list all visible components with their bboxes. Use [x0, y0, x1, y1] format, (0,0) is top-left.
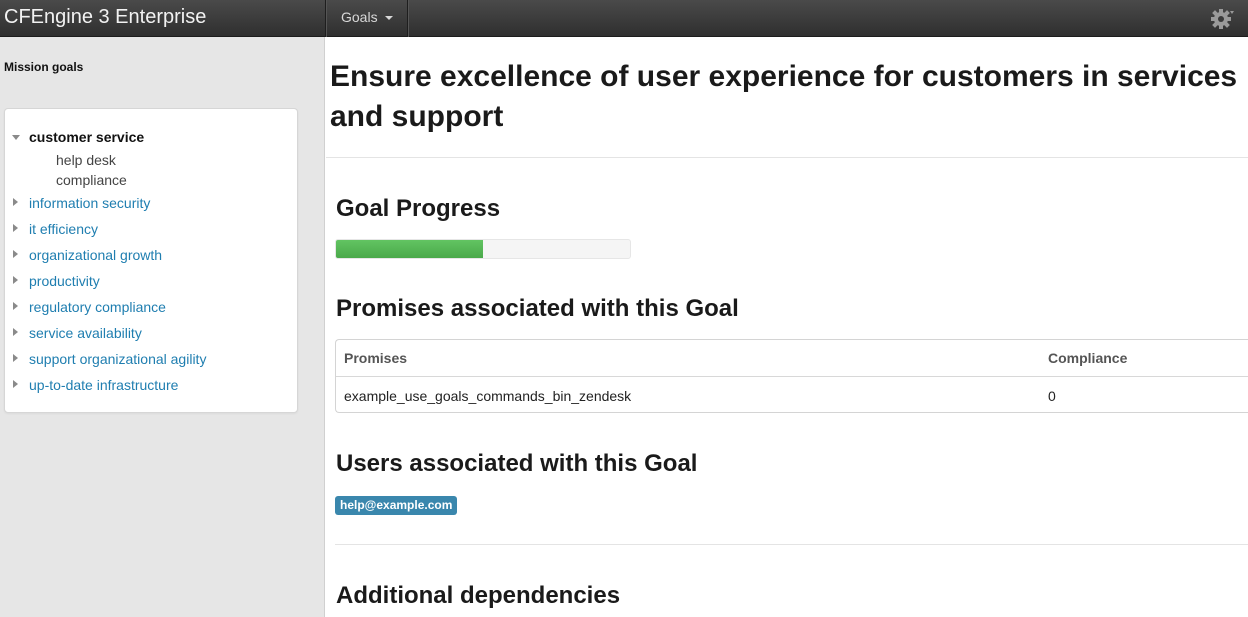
tree-item-label: up-to-date infrastructure [29, 377, 179, 393]
tree-item-label: regulatory compliance [29, 299, 166, 315]
goal-progress-heading: Goal Progress [336, 195, 501, 222]
triangle-right-icon[interactable] [13, 198, 18, 206]
sidebar: Mission goals customer service help desk… [0, 37, 325, 617]
tree-item-up-to-date-infrastructure[interactable]: up-to-date infrastructure [13, 375, 179, 395]
tree-item-label: customer service [29, 129, 145, 145]
tree-subitem-compliance[interactable]: compliance [56, 170, 127, 190]
goal-tree: customer service help desk compliance in… [4, 108, 298, 413]
table-row-divider [336, 376, 1248, 377]
main-content: Ensure excellence of user experience for… [326, 37, 1248, 617]
promises-table: Promises Compliance example_use_goals_co… [335, 339, 1248, 413]
tree-item-label: it efficiency [29, 221, 98, 237]
divider [335, 544, 1248, 545]
tree-item-support-organizational-agility[interactable]: support organizational agility [13, 349, 207, 369]
caret-down-icon [385, 16, 394, 21]
triangle-right-icon[interactable] [13, 276, 18, 284]
nav-divider [407, 0, 408, 37]
promise-name-cell[interactable]: example_use_goals_commands_bin_zendesk [344, 388, 631, 404]
triangle-down-icon[interactable] [12, 135, 20, 140]
tree-item-regulatory-compliance[interactable]: regulatory compliance [13, 297, 166, 317]
tree-item-label: service availability [29, 325, 142, 341]
sidebar-title: Mission goals [4, 60, 84, 74]
tree-item-productivity[interactable]: productivity [13, 271, 100, 291]
goals-menu-label: Goals [341, 9, 378, 25]
user-badge[interactable]: help@example.com [335, 496, 458, 515]
tree-item-label: productivity [29, 273, 100, 289]
goals-menu-button[interactable]: Goals [326, 0, 407, 37]
tree-item-organizational-growth[interactable]: organizational growth [13, 245, 163, 265]
triangle-right-icon[interactable] [13, 250, 18, 258]
tree-item-information-security[interactable]: information security [13, 193, 151, 213]
dependencies-heading: Additional dependencies [336, 582, 621, 609]
triangle-right-icon[interactable] [13, 302, 18, 310]
gear-icon[interactable] [1208, 4, 1236, 30]
triangle-right-icon[interactable] [13, 224, 18, 232]
goal-title: Ensure excellence of user experience for… [330, 60, 1238, 133]
tree-subitem-help-desk[interactable]: help desk [56, 150, 116, 170]
column-header-compliance[interactable]: Compliance [1048, 350, 1127, 366]
top-navbar: CFEngine 3 Enterprise Goals [0, 0, 1248, 37]
tree-item-label: information security [29, 195, 151, 211]
tree-item-label: organizational growth [29, 247, 163, 263]
goal-progress-bar [335, 239, 631, 259]
users-heading: Users associated with this Goal [336, 450, 698, 477]
tree-item-label: support organizational agility [29, 351, 207, 367]
triangle-right-icon[interactable] [13, 354, 18, 362]
tree-item-it-efficiency[interactable]: it efficiency [13, 219, 98, 239]
compliance-cell: 0 [1048, 388, 1056, 404]
promises-heading: Promises associated with this Goal [336, 295, 739, 322]
tree-item-customer-service[interactable]: customer service [12, 127, 145, 147]
triangle-right-icon[interactable] [13, 328, 18, 336]
goal-progress-fill [336, 240, 483, 258]
column-header-promises[interactable]: Promises [344, 350, 407, 366]
triangle-right-icon[interactable] [13, 380, 18, 388]
divider [326, 157, 1248, 158]
brand-title[interactable]: CFEngine 3 Enterprise [4, 0, 206, 37]
tree-item-service-availability[interactable]: service availability [13, 323, 142, 343]
